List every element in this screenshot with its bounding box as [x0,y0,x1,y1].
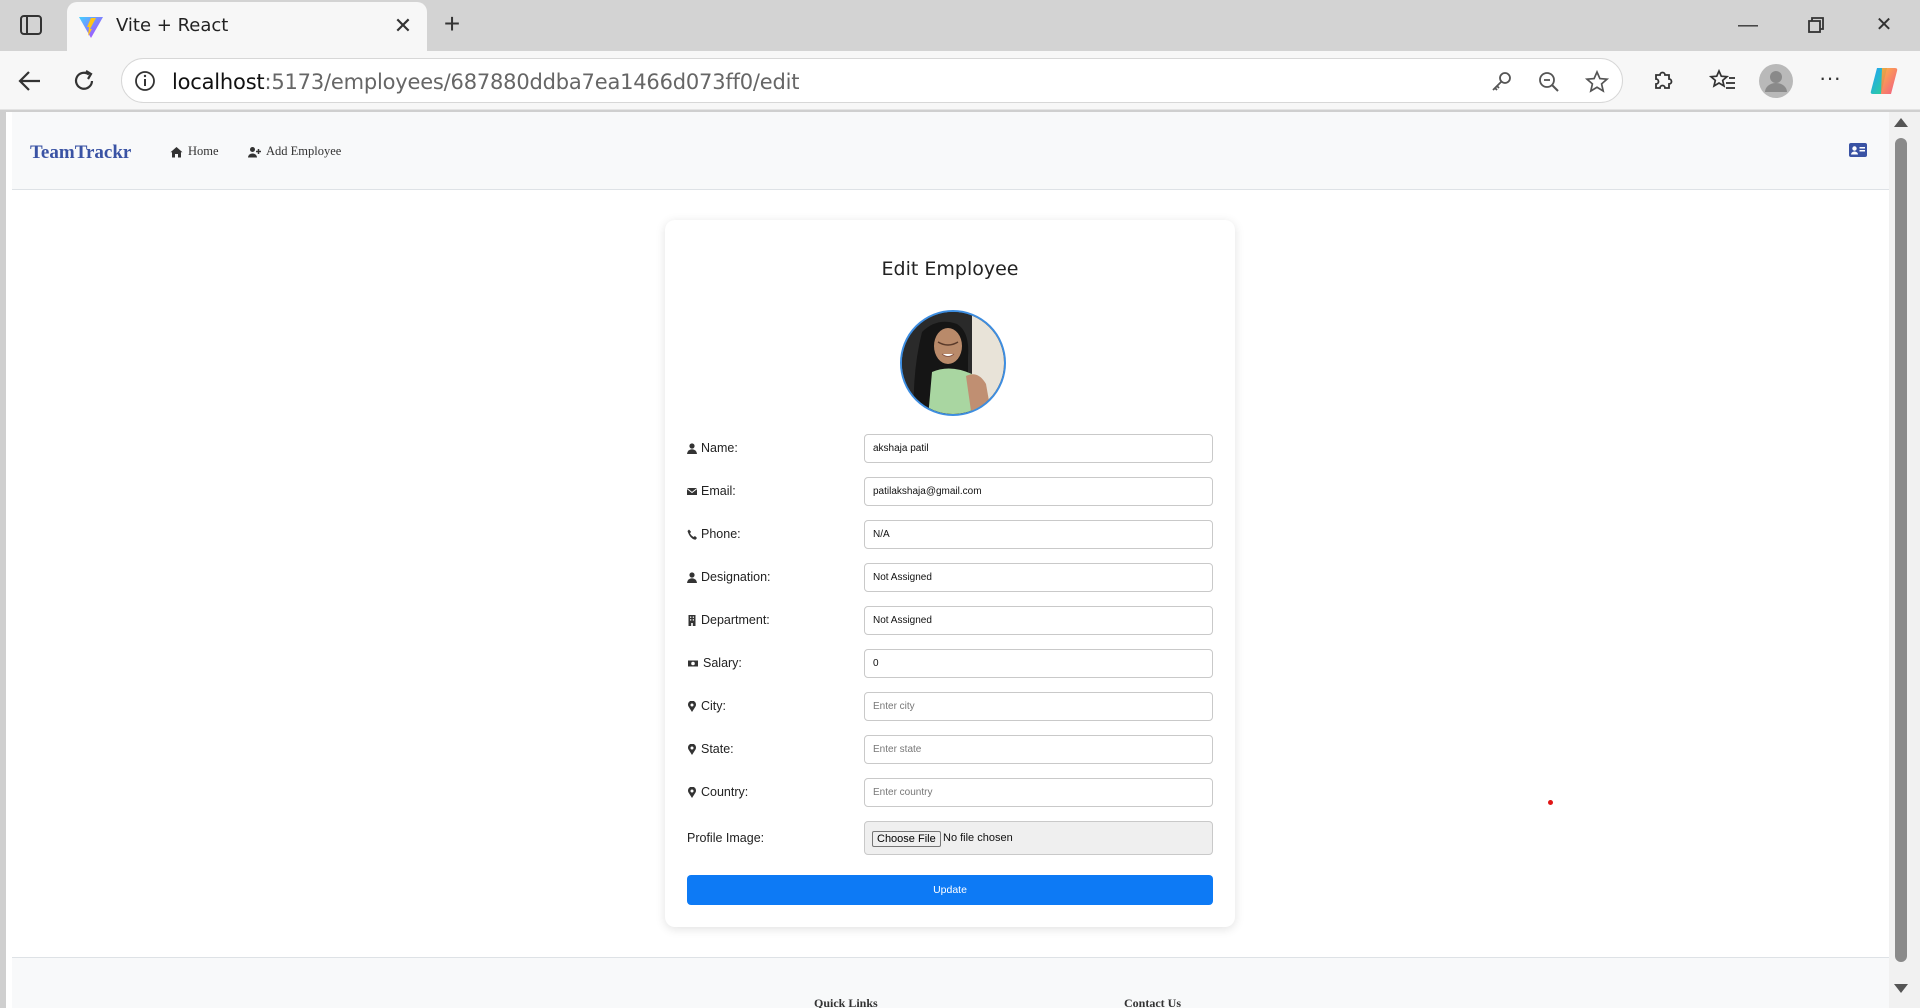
profile-image-label: Profile Image: [687,831,765,845]
more-options-icon[interactable]: ··· [1816,67,1844,95]
field-profile-image: Profile Image: Choose File No file chose… [687,821,1213,855]
field-designation: Designation: [687,563,1213,592]
salary-input[interactable] [864,649,1213,678]
designation-label: Designation: [701,570,771,584]
user-icon [687,442,697,454]
money-icon [688,660,698,666]
field-city: City: [687,692,1213,721]
browser-tab[interactable]: Vite + React ✕ [67,2,427,51]
page-viewport: TeamTrackr Home Add Employee Edit Employ… [6,112,1889,1008]
state-label: State: [701,742,734,756]
id-card-icon[interactable] [1849,143,1867,157]
country-input[interactable] [864,778,1213,807]
restore-icon[interactable] [1803,12,1829,38]
nav-home-label: Home [188,144,219,158]
minimize-icon[interactable]: — [1735,12,1761,38]
email-label: Email: [701,484,736,498]
key-icon[interactable] [1488,69,1514,95]
vite-logo-icon [79,17,103,38]
zoom-out-icon[interactable] [1536,69,1562,95]
url-text[interactable]: localhost:5173/employees/687880ddba7ea14… [172,70,800,94]
nav-home[interactable]: Home [170,144,219,159]
scroll-down-arrow-icon[interactable] [1894,984,1908,993]
field-state: State: [687,735,1213,764]
extensions-icon[interactable] [1648,67,1676,95]
favorite-star-icon[interactable] [1584,69,1610,95]
field-email: Email: [687,477,1213,506]
user-icon [687,571,697,583]
home-icon [170,146,183,157]
nav-add-employee-label: Add Employee [266,144,342,158]
page-title: Edit Employee [881,258,1019,280]
choose-file-button[interactable]: Choose File [872,831,941,847]
footer-quick-links: Quick Links [814,996,878,1008]
name-input[interactable] [864,434,1213,463]
phone-icon [687,529,697,540]
field-name: Name: [687,434,1213,463]
browser-tab-bar: Vite + React ✕ + — ✕ [0,0,1920,51]
map-pin-icon [688,700,696,712]
scroll-up-arrow-icon[interactable] [1894,118,1908,127]
profile-photo [900,310,1006,416]
city-input[interactable] [864,692,1213,721]
field-salary: Salary: [687,649,1213,678]
phone-input[interactable] [864,520,1213,549]
name-label: Name: [701,441,738,455]
update-button[interactable]: Update [687,875,1213,905]
envelope-icon [687,487,697,495]
department-label: Department: [701,613,770,627]
close-tab-icon[interactable]: ✕ [390,13,416,39]
salary-label: Salary: [703,656,742,670]
new-tab-icon[interactable]: + [438,10,466,39]
address-bar[interactable]: localhost:5173/employees/687880ddba7ea14… [121,58,1623,103]
tab-title: Vite + React [116,15,229,36]
favorites-icon[interactable] [1709,67,1737,95]
cursor-dot [1548,800,1553,805]
user-plus-icon [248,146,261,157]
profile-avatar-icon[interactable] [1759,64,1793,98]
map-pin-icon [688,786,696,798]
email-input[interactable] [864,477,1213,506]
field-department: Department: [687,606,1213,635]
field-phone: Phone: [687,520,1213,549]
browser-toolbar: localhost:5173/employees/687880ddba7ea14… [0,51,1920,110]
profile-image-file-input[interactable]: Choose File No file chosen [864,821,1213,855]
state-input[interactable] [864,735,1213,764]
department-input[interactable] [864,606,1213,635]
no-file-text: No file chosen [943,832,1013,844]
brand-logo[interactable]: TeamTrackr [30,142,131,164]
close-window-icon[interactable]: ✕ [1871,12,1897,38]
footer: Quick Links Contact Us [12,957,1889,1008]
building-icon [688,614,696,626]
phone-label: Phone: [701,527,741,541]
footer-contact: Contact Us [1124,996,1181,1008]
app-header: TeamTrackr Home Add Employee [12,112,1889,190]
city-label: City: [701,699,726,713]
nav-add-employee[interactable]: Add Employee [248,144,341,159]
copilot-icon[interactable] [1868,65,1900,97]
field-country: Country: [687,778,1213,807]
site-info-icon[interactable] [133,69,157,93]
scrollbar-thumb[interactable] [1895,138,1907,962]
reload-icon[interactable] [70,67,98,95]
country-label: Country: [701,785,749,799]
tab-actions-icon[interactable] [18,12,44,38]
page-scrollbar[interactable] [1889,112,1920,1008]
designation-input[interactable] [864,563,1213,592]
edit-employee-card: Edit Employee Name: Email: Phone: [665,220,1235,927]
back-icon[interactable] [16,67,44,95]
map-pin-icon [688,743,696,755]
